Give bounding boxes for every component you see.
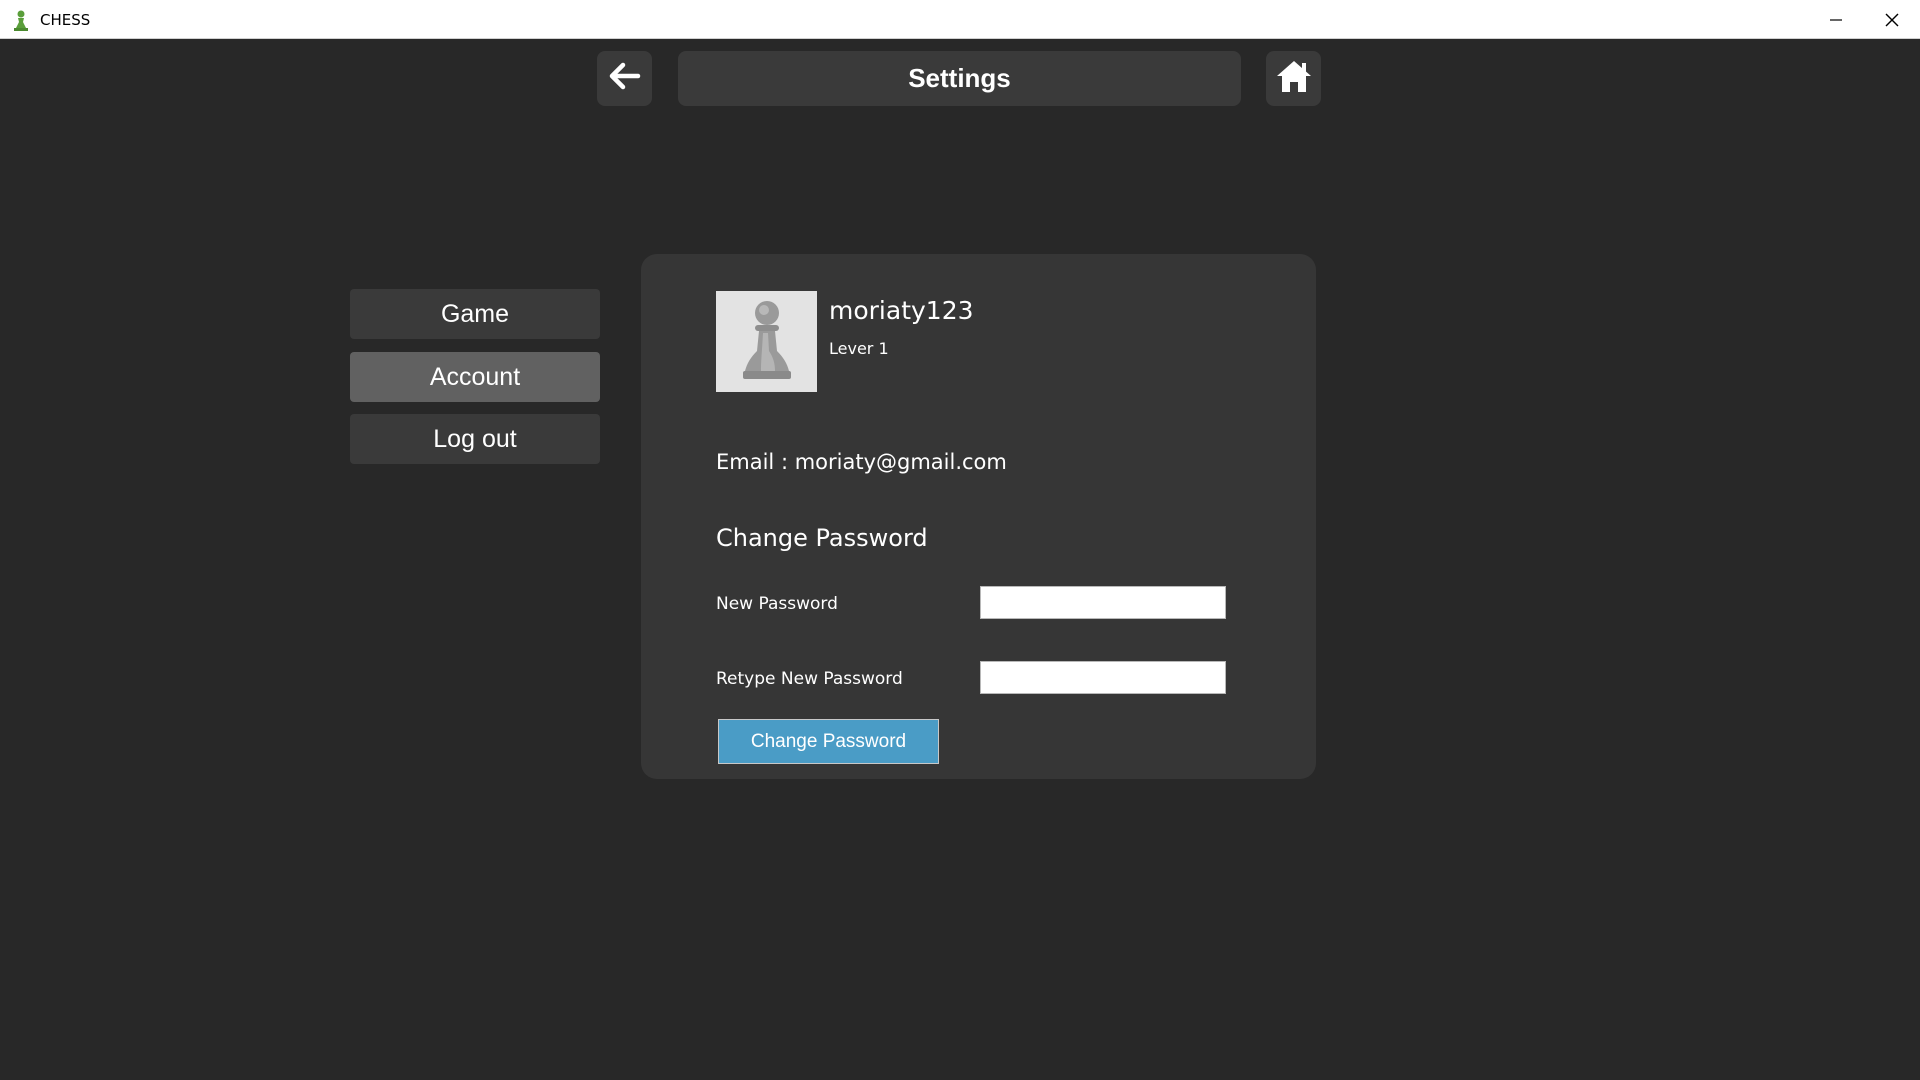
- sidebar-item-game[interactable]: Game: [350, 289, 600, 339]
- change-password-button[interactable]: Change Password: [718, 719, 939, 764]
- page-title-bar: Settings: [678, 51, 1241, 106]
- new-password-field[interactable]: [980, 586, 1226, 619]
- window-title: CHESS: [40, 11, 91, 29]
- back-button[interactable]: [597, 51, 652, 106]
- retype-password-label: Retype New Password: [716, 669, 903, 689]
- arrow-left-icon: [609, 62, 641, 95]
- email-text: Email : moriaty@gmail.com: [716, 450, 1007, 474]
- pawn-icon: [11, 9, 31, 31]
- close-button[interactable]: [1864, 0, 1920, 39]
- retype-password-field[interactable]: [980, 661, 1226, 694]
- avatar: [716, 291, 817, 392]
- sidebar-item-log-out[interactable]: Log out: [350, 414, 600, 464]
- home-button[interactable]: [1266, 51, 1321, 106]
- minimize-button[interactable]: [1808, 0, 1864, 39]
- account-panel: moriaty123 Lever 1 Email : moriaty@gmail…: [641, 254, 1316, 779]
- username: moriaty123: [829, 296, 974, 325]
- user-level: Lever 1: [829, 339, 889, 358]
- home-icon: [1275, 59, 1313, 98]
- new-password-label: New Password: [716, 594, 838, 614]
- pawn-avatar-icon: [735, 295, 799, 388]
- sidebar-item-account[interactable]: Account: [350, 352, 600, 402]
- window-titlebar: CHESS: [0, 0, 1920, 39]
- change-password-heading: Change Password: [716, 524, 928, 552]
- page-title: Settings: [908, 63, 1011, 93]
